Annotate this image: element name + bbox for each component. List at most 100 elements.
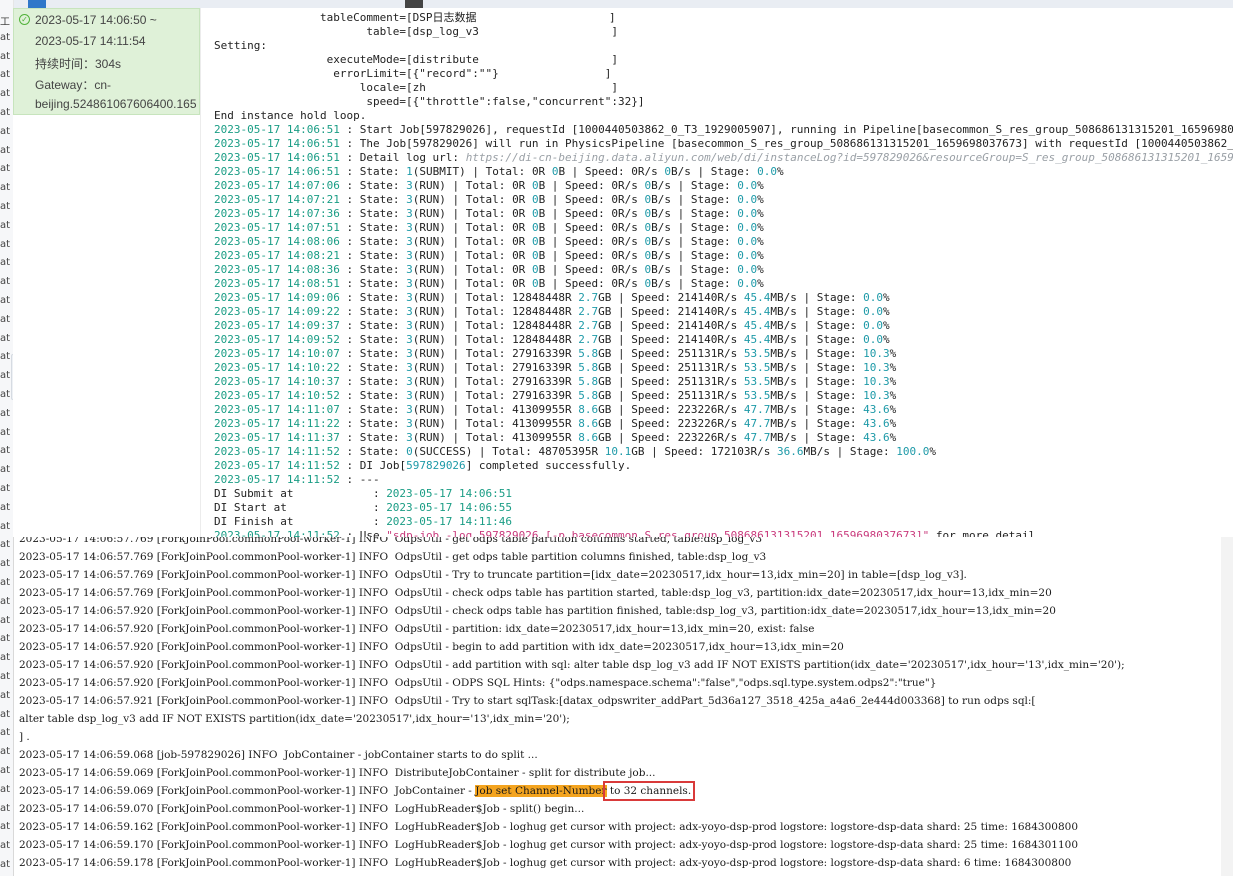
edge-glyph: at xyxy=(0,313,11,325)
edge-glyph: at xyxy=(0,426,11,438)
config-line: End instance hold loop. xyxy=(214,109,367,122)
state-line: 2023-05-17 14:08:06 : State: 3(RUN) | To… xyxy=(214,235,764,248)
instance-gateway-label: Gateway：cn- xyxy=(35,78,112,92)
worker-log-panel[interactable]: 2023-05-17 14:06:57.769 [ForkJoinPool.co… xyxy=(13,537,1223,876)
edge-glyph: at xyxy=(0,144,11,156)
state-line: 2023-05-17 14:10:52 : State: 3(RUN) | To… xyxy=(214,389,897,402)
worker-log-line: 2023-05-17 14:06:57.921 [ForkJoinPool.co… xyxy=(19,695,1036,707)
tab-button[interactable] xyxy=(405,0,423,8)
edge-glyph: at xyxy=(0,257,11,269)
worker-log-line: 2023-05-17 14:06:57.920 [ForkJoinPool.co… xyxy=(19,623,815,635)
tab-button[interactable] xyxy=(28,0,46,8)
worker-log-line: 2023-05-17 14:06:59.069 [ForkJoinPool.co… xyxy=(19,767,656,779)
instance-time-end: 2023-05-17 14:11:54 xyxy=(35,34,146,48)
worker-log-line: 2023-05-17 14:06:59.162 [ForkJoinPool.co… xyxy=(19,821,1078,833)
state-line: 2023-05-17 14:09:37 : State: 3(RUN) | To… xyxy=(214,319,890,332)
edge-glyph: at xyxy=(0,859,11,870)
edge-glyph: at xyxy=(0,50,11,62)
state-line: 2023-05-17 14:11:37 : State: 3(RUN) | To… xyxy=(214,431,897,444)
instance-card[interactable]: ✓ 2023-05-17 14:06:50 ~ 2023-05-17 14:11… xyxy=(13,8,200,115)
state-line: 2023-05-17 14:07:06 : State: 3(RUN) | To… xyxy=(214,179,764,192)
state-line: 2023-05-17 14:08:36 : State: 3(RUN) | To… xyxy=(214,263,764,276)
edge-glyph: at xyxy=(0,520,11,532)
state-line: 2023-05-17 14:09:22 : State: 3(RUN) | To… xyxy=(214,305,890,318)
edge-glyph: at xyxy=(0,708,11,720)
state-lines: 2023-05-17 14:06:51 : State: 1(SUBMIT) |… xyxy=(214,165,1233,459)
edge-glyph: at xyxy=(0,746,11,758)
config-line: tableComment=[DSP日志数据 ] xyxy=(214,11,616,24)
state-line: 2023-05-17 14:09:52 : State: 3(RUN) | To… xyxy=(214,333,890,346)
search-highlight: Job set Channel-Number xyxy=(475,785,607,797)
edge-glyph: at xyxy=(0,201,11,212)
worker-log-line: 2023-05-17 14:06:59.068 [job-597829026] … xyxy=(19,749,538,761)
edge-glyph: at xyxy=(0,219,11,231)
edge-glyph: at xyxy=(0,295,11,306)
state-line: 2023-05-17 14:11:22 : State: 3(RUN) | To… xyxy=(214,417,897,430)
state-line: 2023-05-17 14:08:21 : State: 3(RUN) | To… xyxy=(214,249,764,262)
state-line: 2023-05-17 14:10:07 : State: 3(RUN) | To… xyxy=(214,347,897,360)
state-line: 2023-05-17 14:10:37 : State: 3(RUN) | To… xyxy=(214,375,897,388)
log-line-pipeline: 2023-05-17 14:06:51 : The Job[597829026]… xyxy=(214,137,1233,150)
config-line: table=[dsp_log_v3 ] xyxy=(214,25,618,38)
edge-glyph: at xyxy=(0,69,11,81)
state-line: 2023-05-17 14:09:06 : State: 3(RUN) | To… xyxy=(214,291,890,304)
edge-glyph: at xyxy=(0,727,11,739)
edge-glyph: at xyxy=(0,652,11,664)
edge-glyph: at xyxy=(0,445,11,457)
edge-glyph: at xyxy=(0,351,11,363)
edge-glyph: at xyxy=(0,614,11,626)
worker-log-line: 2023-05-17 14:06:57.769 [ForkJoinPool.co… xyxy=(19,537,763,545)
worker-log-tail: 2023-05-17 14:06:59.070 [ForkJoinPool.co… xyxy=(19,800,1219,872)
worker-log-line: alter table dsp_log_v3 add IF NOT EXISTS… xyxy=(19,713,570,725)
worker-log-line: 2023-05-17 14:06:57.769 [ForkJoinPool.co… xyxy=(19,569,967,581)
edge-glyph: at xyxy=(0,765,11,776)
scrollbar-track[interactable] xyxy=(1221,537,1233,876)
success-check-icon: ✓ xyxy=(19,14,30,25)
edge-glyph: at xyxy=(0,558,11,570)
edge-glyph: at xyxy=(0,689,11,701)
summary-start: DI Start at : 2023-05-17 14:06:55 xyxy=(214,501,513,514)
state-line: 2023-05-17 14:07:36 : State: 3(RUN) | To… xyxy=(214,207,764,220)
config-line: speed=[{"throttle":false,"concurrent":32… xyxy=(214,95,645,108)
worker-log-line: 2023-05-17 14:06:57.769 [ForkJoinPool.co… xyxy=(19,551,767,563)
worker-log-line: 2023-05-17 14:06:57.920 [ForkJoinPool.co… xyxy=(19,659,1125,671)
config-line: Setting: xyxy=(214,39,267,52)
left-page-edge: » ⼯atatatatatatatatatatatatatatatatatata… xyxy=(0,0,23,876)
state-line: 2023-05-17 14:10:22 : State: 3(RUN) | To… xyxy=(214,361,897,374)
edge-glyph: at xyxy=(0,389,11,400)
detail-log-link[interactable]: https://di-cn-beijing.data.aliyun.com/we… xyxy=(466,151,1233,164)
edge-glyph: ⼯ xyxy=(0,17,10,28)
edge-glyph: at xyxy=(0,821,11,833)
log-line-start-job: 2023-05-17 14:06:51 : Start Job[59782902… xyxy=(214,123,1233,136)
run-log-text[interactable]: tableComment=[DSP日志数据 ] table=[dsp_log_v… xyxy=(214,11,1233,545)
state-line: 2023-05-17 14:11:52 : State: 0(SUCCESS) … xyxy=(214,445,936,458)
summary-finish: DI Finish at : 2023-05-17 14:11:46 xyxy=(214,515,513,528)
edge-glyph: at xyxy=(0,125,11,137)
edge-glyph: at xyxy=(0,31,11,43)
state-line: 2023-05-17 14:06:51 : State: 1(SUBMIT) |… xyxy=(214,165,784,178)
edge-glyph: at xyxy=(0,483,11,494)
state-line: 2023-05-17 14:07:21 : State: 3(RUN) | To… xyxy=(214,193,764,206)
worker-log-line: 2023-05-17 14:06:59.070 [ForkJoinPool.co… xyxy=(19,803,585,815)
edge-glyph: at xyxy=(0,88,11,100)
pane-divider[interactable] xyxy=(200,8,201,545)
worker-log-line: 2023-05-17 14:06:57.769 [ForkJoinPool.co… xyxy=(19,587,1052,599)
worker-log-line: 2023-05-17 14:06:59.178 [ForkJoinPool.co… xyxy=(19,857,1072,869)
edge-glyph: at xyxy=(0,332,11,344)
run-log-dialog: ✓ 2023-05-17 14:06:50 ~ 2023-05-17 14:11… xyxy=(13,8,1233,546)
instance-duration: 持续时间：304s xyxy=(35,57,122,71)
edge-glyph: at xyxy=(0,501,11,513)
worker-log-lines: 2023-05-17 14:06:57.769 [ForkJoinPool.co… xyxy=(19,537,1219,782)
state-line: 2023-05-17 14:08:51 : State: 3(RUN) | To… xyxy=(214,277,764,290)
edge-glyph: at xyxy=(0,802,11,814)
edge-glyph: at xyxy=(0,577,11,588)
log-line-completed: 2023-05-17 14:11:52 : DI Job[597829026] … xyxy=(214,459,632,472)
edge-glyph: at xyxy=(0,595,11,607)
edge-glyph: at xyxy=(0,107,11,118)
instance-gateway-value: beijing.524861067606400.165 xyxy=(35,97,197,111)
annotation-box: to 32 channels. xyxy=(602,781,696,801)
edge-glyph: at xyxy=(0,163,11,175)
edge-glyph: at xyxy=(0,238,11,250)
edge-glyph: at xyxy=(0,539,11,551)
edge-glyph: at xyxy=(0,182,11,194)
